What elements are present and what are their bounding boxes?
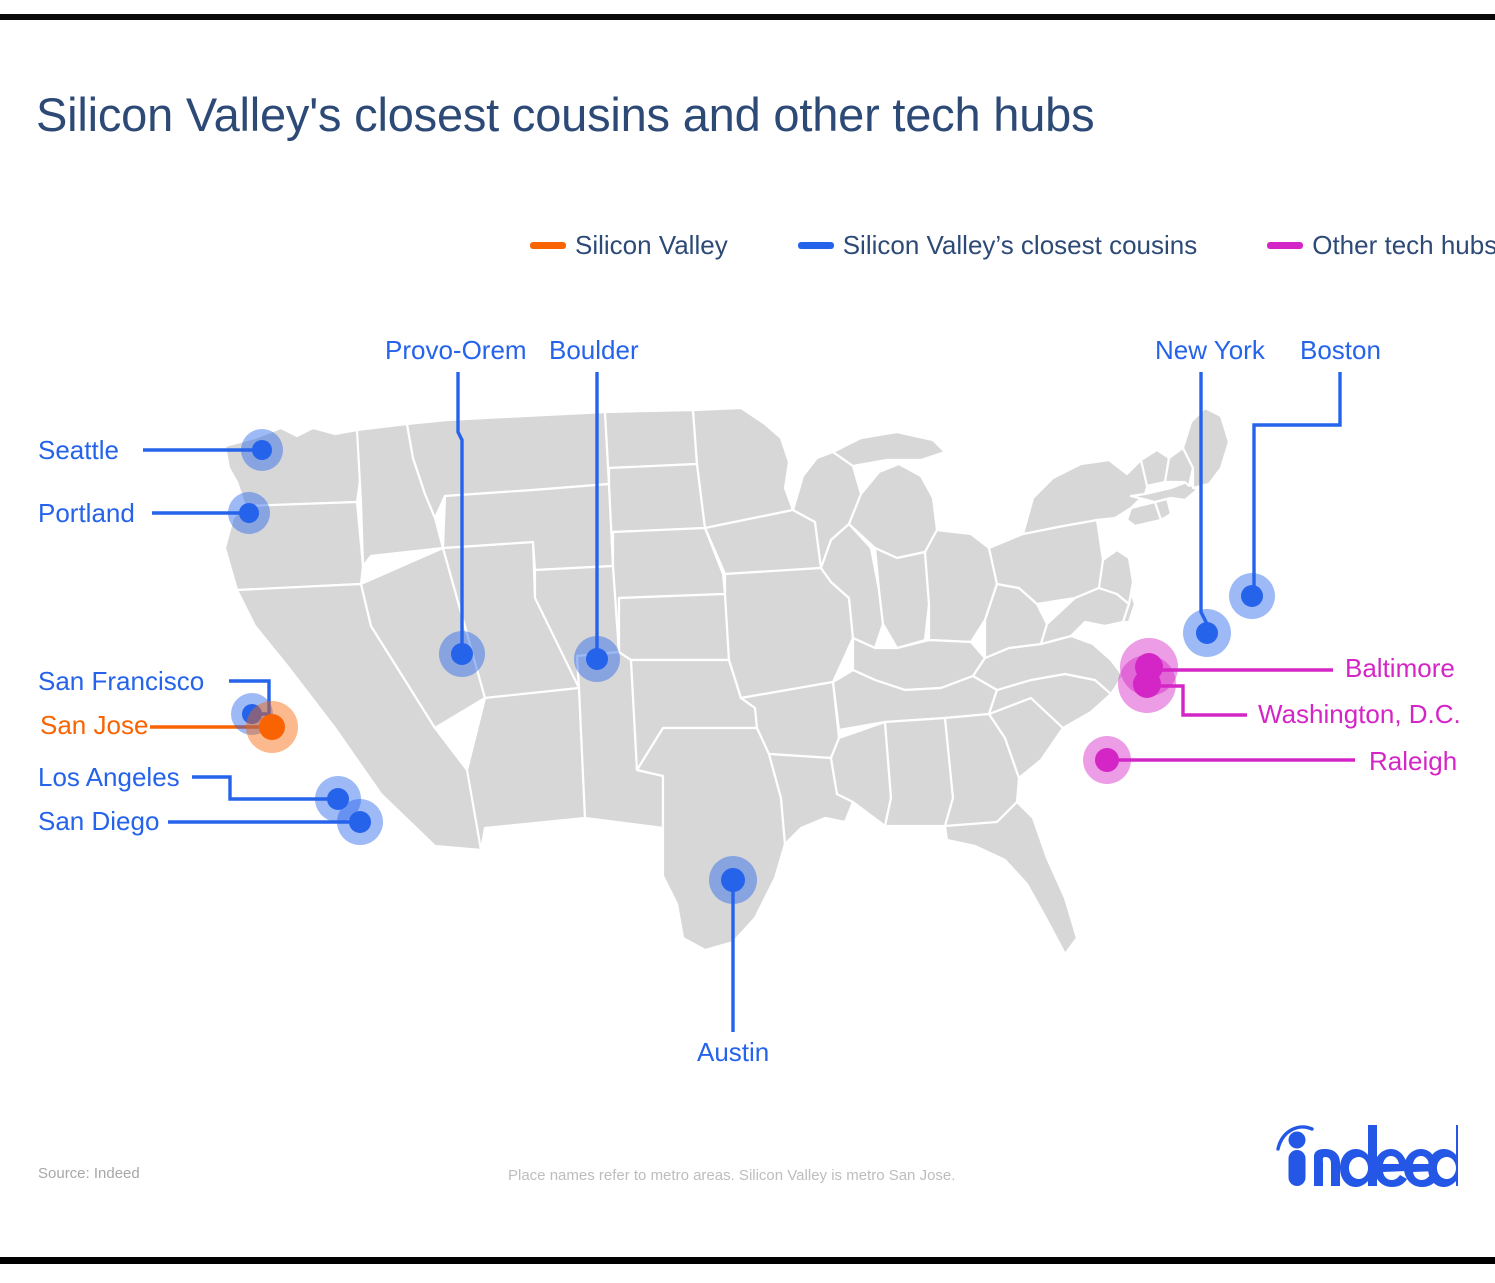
callout-provo-orem: Provo-Orem — [385, 335, 527, 365]
source-note: Source: Indeed — [38, 1165, 140, 1182]
indeed-logo — [1276, 1125, 1458, 1187]
callout-boulder: Boulder — [549, 335, 639, 365]
bottom-rule — [0, 1257, 1495, 1264]
callout-raleigh: Raleigh — [1369, 746, 1458, 776]
callout-san-diego: San Diego — [38, 806, 160, 836]
callout-baltimore: Baltimore — [1345, 653, 1455, 683]
callout-washington-dc: Washington, D.C. — [1258, 699, 1461, 729]
callout-seattle: Seattle — [38, 435, 119, 465]
callout-los-angeles: Los Angeles — [38, 762, 180, 792]
map-stage: Seattle Portland San Francisco San Jose … — [0, 0, 1495, 1283]
callout-new-york: New York — [1155, 335, 1265, 365]
callout-austin: Austin — [697, 1037, 770, 1067]
metro-note: Place names refer to metro areas. Silico… — [508, 1167, 956, 1184]
callout-portland: Portland — [38, 498, 135, 528]
callout-san-francisco: San Francisco — [38, 666, 205, 696]
callout-san-jose: San Jose — [40, 710, 149, 740]
usa-map — [223, 406, 1231, 956]
callout-boston: Boston — [1300, 335, 1381, 365]
